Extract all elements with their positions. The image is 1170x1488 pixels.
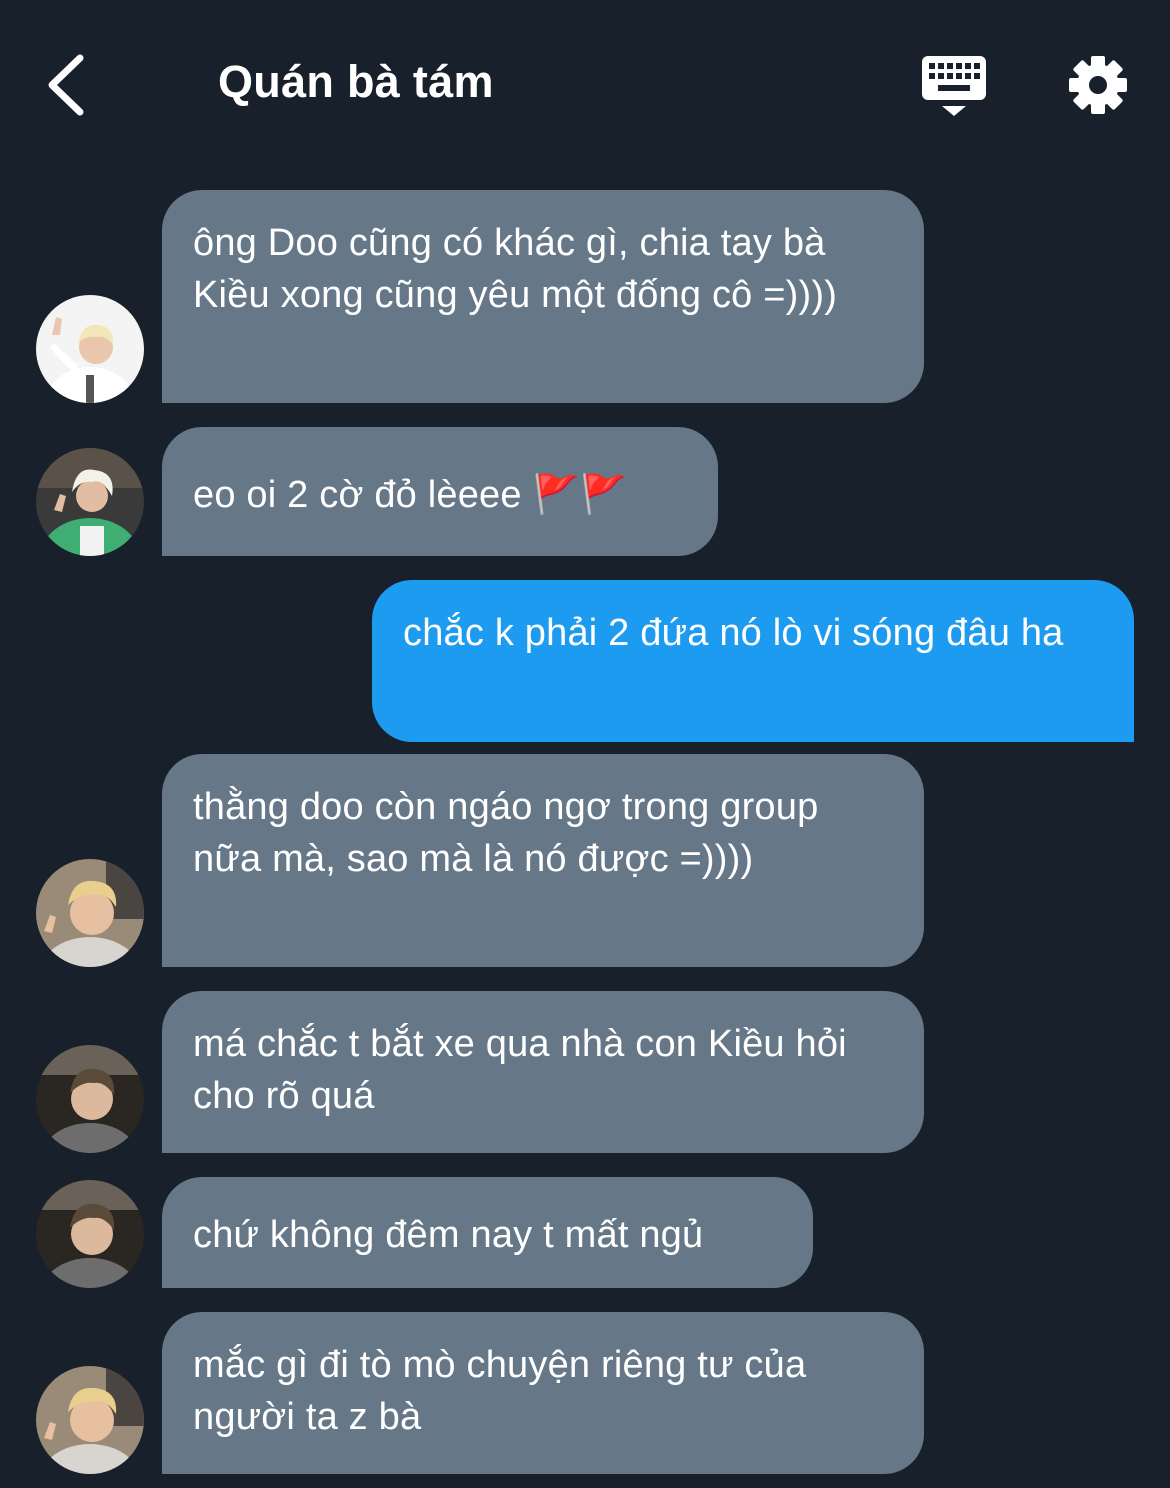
avatar-photo — [36, 859, 144, 967]
avatar-photo — [36, 1180, 144, 1288]
avatar-photo — [36, 295, 144, 403]
avatar-photo — [36, 448, 144, 556]
keyboard-icon — [922, 56, 986, 116]
avatar[interactable] — [36, 295, 144, 403]
chevron-left-icon — [48, 54, 84, 116]
keyboard-button[interactable] — [918, 52, 990, 120]
message-text: má chắc t bắt xe qua nhà con Kiều hỏi ch… — [193, 1023, 847, 1117]
message-bubble-sent[interactable]: chắc k phải 2 đứa nó lò vi sóng đâu ha — [372, 580, 1134, 742]
message-text: chứ không đêm nay t mất ngủ — [193, 1214, 704, 1256]
message-text: eo oi 2 cờ đỏ lèeee 🚩🚩 — [193, 474, 628, 516]
avatar[interactable] — [36, 1180, 144, 1288]
message-bubble[interactable]: eo oi 2 cờ đỏ lèeee 🚩🚩 — [162, 427, 718, 556]
message-bubble[interactable]: má chắc t bắt xe qua nhà con Kiều hỏi ch… — [162, 991, 924, 1153]
back-button[interactable] — [40, 50, 100, 120]
conversation-title: Quán bà tám — [218, 56, 494, 107]
message-bubble[interactable]: mắc gì đi tò mò chuyện riêng tư của ngườ… — [162, 1312, 924, 1474]
top-bar: Quán bà tám — [0, 0, 1170, 170]
message-text: ông Doo cũng có khác gì, chia tay bà Kiề… — [193, 222, 838, 316]
settings-button[interactable] — [1064, 52, 1132, 118]
message-bubble[interactable]: chứ không đêm nay t mất ngủ — [162, 1177, 813, 1288]
avatar[interactable] — [36, 448, 144, 556]
avatar[interactable] — [36, 859, 144, 967]
avatar[interactable] — [36, 1366, 144, 1474]
avatar[interactable] — [36, 1045, 144, 1153]
message-text: chắc k phải 2 đứa nó lò vi sóng đâu ha — [403, 612, 1064, 654]
avatar-photo — [36, 1045, 144, 1153]
message-bubble[interactable]: ông Doo cũng có khác gì, chia tay bà Kiề… — [162, 190, 924, 403]
message-bubble[interactable]: thằng doo còn ngáo ngơ trong group nữa m… — [162, 754, 924, 967]
gear-icon — [1069, 56, 1127, 114]
message-text: mắc gì đi tò mò chuyện riêng tư của ngườ… — [193, 1344, 807, 1438]
message-text: thằng doo còn ngáo ngơ trong group nữa m… — [193, 786, 819, 880]
avatar-photo — [36, 1366, 144, 1474]
